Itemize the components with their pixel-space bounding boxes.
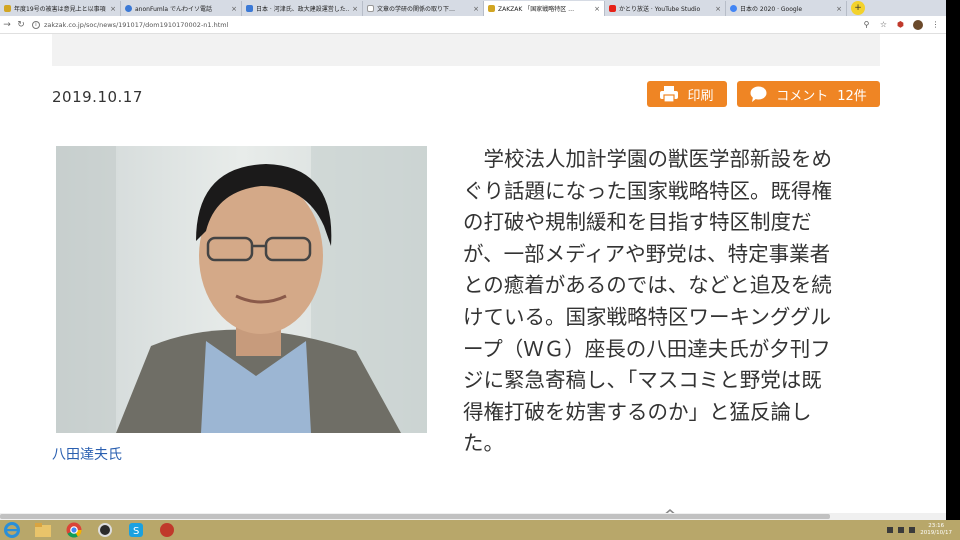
internet-explorer-icon[interactable] bbox=[0, 521, 24, 539]
ad-banner-area bbox=[52, 34, 880, 66]
address-url: zakzak.co.jp/soc/news/191017/dom19101700… bbox=[44, 20, 229, 29]
tab-close-icon[interactable]: × bbox=[231, 5, 237, 13]
extension-icon[interactable]: ⬢ bbox=[896, 20, 905, 29]
tab-title: かとり放送 · YouTube Studio bbox=[619, 6, 701, 13]
window-edge bbox=[946, 0, 960, 520]
obs-icon[interactable] bbox=[93, 521, 117, 539]
article-line: けている。国家戦略特区ワーキンググル bbox=[463, 304, 831, 329]
browser-tab[interactable]: 日本 · 河津氏、政大建設運営した… × bbox=[242, 1, 363, 16]
tray-flag-icon[interactable] bbox=[898, 527, 905, 533]
tab-favicon-icon bbox=[488, 5, 495, 12]
browser-tab[interactable]: 日本の 2020 · Google × bbox=[726, 1, 847, 16]
tab-close-icon[interactable]: × bbox=[715, 5, 721, 13]
browser-tab[interactable]: anonFumla でんわイソ電話 × bbox=[121, 1, 242, 16]
horizontal-scrollbar[interactable] bbox=[0, 513, 946, 520]
tray-volume-icon[interactable] bbox=[909, 527, 916, 533]
scrollbar-thumb[interactable] bbox=[0, 514, 830, 519]
comment-label: コメント bbox=[776, 88, 829, 104]
toolbar-actions: ⚲ ☆ ⬢ ⋮ bbox=[862, 19, 946, 30]
tab-favicon-icon bbox=[246, 5, 253, 12]
tab-title: ZAKZAK 「国家戦略特区 … bbox=[498, 6, 575, 13]
article-line: ぐり話題になった国家戦略特区。既得権 bbox=[463, 178, 832, 203]
tab-favicon-icon bbox=[609, 5, 616, 12]
skype-icon[interactable]: S bbox=[124, 521, 148, 539]
tab-close-icon[interactable]: × bbox=[352, 5, 358, 13]
tab-favicon-icon bbox=[125, 5, 132, 12]
tab-title: anonFumla でんわイソ電話 bbox=[135, 6, 212, 13]
tab-favicon-icon bbox=[367, 5, 374, 12]
svg-text:S: S bbox=[133, 526, 139, 537]
tab-title: 日本 · 河津氏、政大建設運営した… bbox=[256, 6, 350, 13]
tab-title: 文章の学研の関係の取り下… bbox=[377, 6, 456, 13]
article-photo bbox=[56, 146, 427, 433]
article-line: ジに緊急寄稿し、「マスコミと野党は既 bbox=[463, 368, 822, 393]
zoom-icon[interactable]: ⚲ bbox=[862, 20, 871, 29]
reload-icon[interactable]: ↻ bbox=[14, 20, 28, 30]
screen: 年度19号の被害は意見上と以事項 × anonFumla でんわイソ電話 × 日… bbox=[0, 0, 960, 540]
chrome-icon[interactable] bbox=[62, 521, 86, 539]
tab-title: 日本の 2020 · Google bbox=[740, 6, 803, 13]
site-info-icon[interactable]: i bbox=[32, 20, 40, 29]
clock-time: 23:16 bbox=[928, 523, 945, 529]
forward-arrow-icon[interactable]: → bbox=[0, 20, 14, 30]
tray-network-icon[interactable] bbox=[887, 527, 894, 533]
tab-close-icon[interactable]: × bbox=[836, 5, 842, 13]
printer-icon bbox=[660, 86, 679, 102]
browser-tab-active[interactable]: ZAKZAK 「国家戦略特区 … × bbox=[484, 1, 605, 16]
article-body: 学校法人加計学園の獣医学部新設をめ ぐり話題になった国家戦略特区。既得権 の打破… bbox=[463, 144, 875, 460]
article-date: 2019.10.17 bbox=[52, 88, 143, 106]
article-line: ープ（ＷＧ）座長の八田達夫氏が夕刊フ bbox=[463, 336, 831, 361]
comment-count: 12件 bbox=[837, 88, 867, 104]
file-explorer-icon[interactable] bbox=[31, 521, 55, 539]
bookmark-star-icon[interactable]: ☆ bbox=[879, 20, 888, 29]
browser-toolbar: → ↻ i zakzak.co.jp/soc/news/191017/dom19… bbox=[0, 16, 946, 34]
browser-tab-strip: 年度19号の被害は意見上と以事項 × anonFumla でんわイソ電話 × 日… bbox=[0, 0, 946, 16]
profile-avatar[interactable] bbox=[913, 19, 923, 30]
system-tray: 23:16 2019/10/17 bbox=[887, 523, 960, 537]
new-tab-button[interactable]: + bbox=[851, 1, 865, 15]
article-line: が、一部メディアや野党は、特定事業者 bbox=[463, 241, 831, 266]
clock[interactable]: 23:16 2019/10/17 bbox=[920, 523, 952, 537]
print-button[interactable]: 印刷 bbox=[647, 81, 727, 107]
article-line: 得権打破を妨害するのか」と猛反論し bbox=[463, 399, 812, 424]
tab-close-icon[interactable]: × bbox=[110, 5, 116, 13]
tab-title: 年度19号の被害は意見上と以事項 bbox=[14, 6, 106, 13]
app-icon[interactable] bbox=[155, 521, 179, 539]
comment-button[interactable]: コメント 12件 bbox=[737, 81, 880, 107]
address-bar[interactable]: i zakzak.co.jp/soc/news/191017/dom191017… bbox=[32, 18, 832, 32]
browser-tab[interactable]: 文章の学研の関係の取り下… × bbox=[363, 1, 484, 16]
tab-close-icon[interactable]: × bbox=[594, 5, 600, 13]
article-line: 学校法人加計学園の獣医学部新設をめ bbox=[463, 147, 832, 171]
article-line: の打破や規制緩和を目指す特区制度だ bbox=[463, 210, 812, 235]
article-line: との癒着があるのでは、などと追及を続 bbox=[463, 273, 832, 298]
tab-favicon-icon bbox=[730, 5, 737, 12]
speech-bubble-icon bbox=[750, 86, 767, 102]
taskbar: S 23:16 2019/10/17 bbox=[0, 520, 960, 540]
article-line: た。 bbox=[463, 431, 504, 456]
tab-close-icon[interactable]: × bbox=[473, 5, 479, 13]
browser-tab[interactable]: 年度19号の被害は意見上と以事項 × bbox=[0, 1, 121, 16]
photo-caption: 八田達夫氏 bbox=[52, 447, 122, 463]
menu-icon[interactable]: ⋮ bbox=[931, 20, 940, 29]
web-page: 2019.10.17 印刷 コメント 12件 八田達夫氏 学校法人加計学園の獣医… bbox=[0, 34, 946, 520]
browser-tab[interactable]: かとり放送 · YouTube Studio × bbox=[605, 1, 726, 16]
tab-favicon-icon bbox=[4, 5, 11, 12]
print-label: 印刷 bbox=[687, 88, 714, 104]
clock-date: 2019/10/17 bbox=[920, 530, 952, 536]
